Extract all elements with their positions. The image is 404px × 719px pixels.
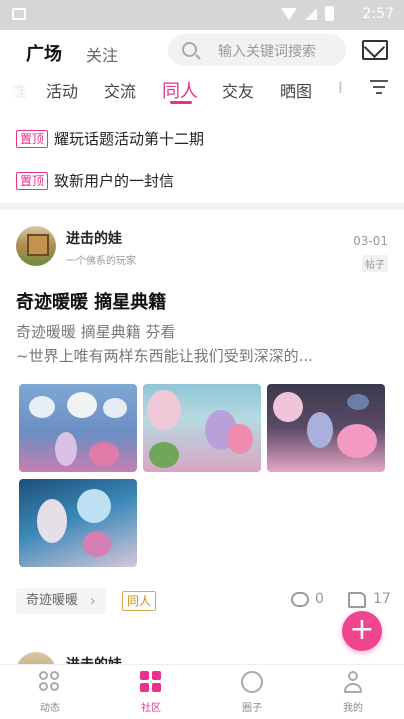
nav-label: 我的 xyxy=(343,703,363,714)
mail-icon[interactable] xyxy=(362,40,388,60)
nav-item-feed[interactable]: 动态 xyxy=(10,665,90,719)
tab-category-friends[interactable]: 交友 xyxy=(222,78,254,102)
add-post-button[interactable]: + xyxy=(342,611,382,651)
status-time: 2:57 xyxy=(362,6,394,22)
signal-icon xyxy=(305,7,317,20)
bottom-nav: 动态 社区 圈子 我的 xyxy=(0,664,404,719)
search-input[interactable]: 输入关键词搜索 xyxy=(168,34,346,66)
category-tag[interactable]: 同人 xyxy=(122,591,157,611)
pinned-item[interactable]: 置顶 致新用户的一封信 xyxy=(16,170,174,191)
post-body-text: ~世界上唯有两样东西能让我们受到深深的... xyxy=(16,347,313,365)
filter-icon[interactable] xyxy=(370,80,388,96)
pinned-badge: 置顶 xyxy=(16,171,49,190)
nav-item-circle[interactable]: 圈子 xyxy=(212,665,292,719)
battery-icon xyxy=(325,6,334,21)
wifi-icon xyxy=(281,7,297,20)
post-image[interactable] xyxy=(19,479,137,567)
like-icon[interactable] xyxy=(348,592,366,608)
active-tab-indicator xyxy=(170,101,192,104)
post-date: 03-01 xyxy=(353,234,388,248)
pinned-badge: 置顶 xyxy=(16,129,49,148)
search-icon xyxy=(182,42,197,57)
comment-icon[interactable] xyxy=(291,592,309,607)
tab-category-exchange[interactable]: 交流 xyxy=(104,78,136,102)
post-image[interactable] xyxy=(19,384,137,472)
like-count: 17 xyxy=(373,591,391,607)
post-author-subtitle: 一个佛系的玩家 xyxy=(66,256,136,267)
pinned-item[interactable]: 置顶 耀玩话题活动第十二期 xyxy=(16,128,204,149)
post-image[interactable] xyxy=(143,384,261,472)
nav-label: 动态 xyxy=(40,703,60,714)
nav-label: 社区 xyxy=(141,703,161,714)
status-bar: 2:57 xyxy=(0,0,404,30)
section-divider xyxy=(0,203,404,210)
nav-item-me[interactable]: 我的 xyxy=(313,665,393,719)
tab-category-fanart[interactable]: 同人 xyxy=(162,77,198,103)
nav-label: 圈子 xyxy=(242,703,262,714)
post-image[interactable] xyxy=(267,384,385,472)
post-title[interactable]: 奇迹暖暖 摘星典籍 xyxy=(16,288,166,314)
post-body[interactable]: 奇迹暖暖 摘星典籍 芬看 ~世界上唯有两样东西能让我们受到深深的... xyxy=(16,320,392,368)
topic-tag[interactable]: 奇迹暖暖 xyxy=(16,588,107,614)
avatar[interactable] xyxy=(16,226,56,266)
post-type-badge: 帖子 xyxy=(362,255,388,272)
tab-category-activity[interactable]: 活动 xyxy=(46,78,78,102)
community-icon xyxy=(140,671,162,693)
feed-icon xyxy=(39,671,61,693)
category-tabs: 推 活动 交流 同人 交友 晒图 I xyxy=(0,76,404,104)
screenshot-icon xyxy=(12,8,26,20)
top-header: 广场 关注 输入关键词搜索 xyxy=(0,30,404,72)
tab-follow[interactable]: 关注 xyxy=(86,42,118,66)
pinned-title: 致新用户的一封信 xyxy=(54,172,175,190)
comment-count: 0 xyxy=(315,591,324,607)
pinned-title: 耀玩话题活动第十二期 xyxy=(54,130,205,148)
post-author[interactable]: 进击的娃 xyxy=(66,228,122,248)
profile-icon xyxy=(342,671,364,693)
tab-square[interactable]: 广场 xyxy=(26,40,62,66)
search-placeholder: 输入关键词搜索 xyxy=(218,44,316,60)
circle-icon xyxy=(241,671,263,693)
tab-category-photos[interactable]: 晒图 xyxy=(280,78,312,102)
post-body-text: 奇迹暖暖 摘星典籍 芬看 xyxy=(16,323,176,341)
nav-item-community[interactable]: 社区 xyxy=(111,665,191,719)
